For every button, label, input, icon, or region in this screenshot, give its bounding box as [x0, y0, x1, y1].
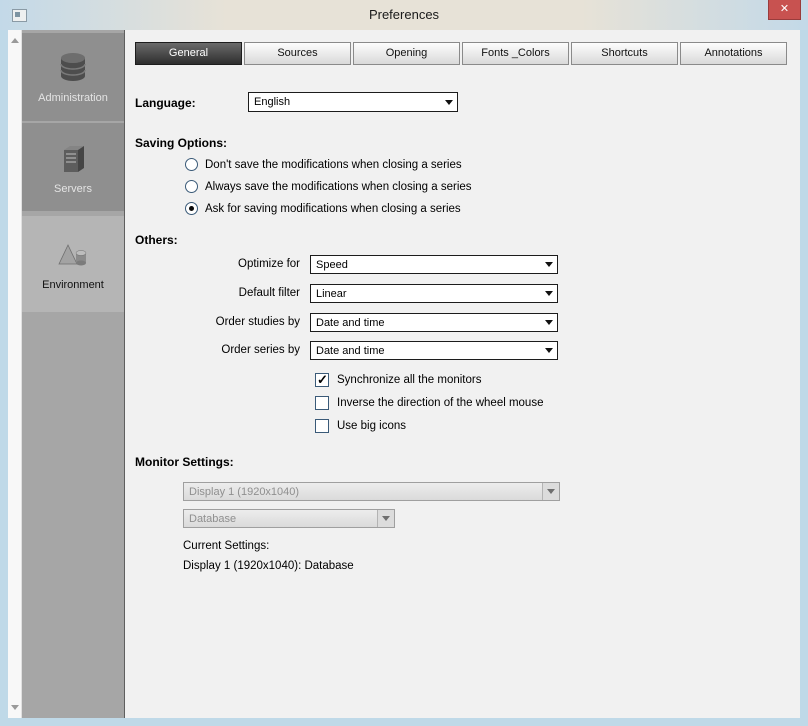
sidebar-item-servers[interactable]: Servers — [22, 123, 124, 211]
scroll-down-icon[interactable] — [11, 705, 19, 710]
default-filter-dropdown[interactable]: Linear — [310, 284, 558, 303]
radio-label: Don't save the modifications when closin… — [205, 158, 462, 171]
tab-annotations[interactable]: Annotations — [680, 42, 787, 65]
display-dropdown: Display 1 (1920x1040) — [183, 482, 560, 501]
close-icon: ✕ — [779, 3, 790, 15]
checkbox-label: Synchronize all the monitors — [337, 374, 482, 386]
optimize-for-label: Optimize for — [238, 258, 300, 270]
tab-sources[interactable]: Sources — [244, 42, 351, 65]
chevron-down-icon — [540, 314, 557, 331]
chevron-down-icon — [540, 342, 557, 359]
order-series-dropdown[interactable]: Date and time — [310, 341, 558, 360]
content-panel: General Sources Opening Fonts _Colors Sh… — [125, 30, 800, 718]
checkbox-icon[interactable] — [315, 396, 329, 410]
optimize-for-dropdown[interactable]: Speed — [310, 255, 558, 274]
tab-opening[interactable]: Opening — [353, 42, 460, 65]
tab-shortcuts[interactable]: Shortcuts — [571, 42, 678, 65]
category-sidebar: Administration Servers Environment — [22, 30, 125, 718]
left-scrollbar[interactable] — [8, 30, 22, 718]
chevron-down-icon — [540, 285, 557, 302]
radio-label: Always save the modifications when closi… — [205, 180, 472, 193]
sidebar-item-label: Administration — [38, 91, 108, 104]
radio-label: Ask for saving modifications when closin… — [205, 202, 461, 215]
default-filter-value: Linear — [316, 287, 347, 300]
sidebar-item-label: Environment — [42, 278, 104, 291]
database-icon — [60, 52, 86, 81]
server-icon — [64, 145, 84, 172]
preferences-window: Preferences ✕ Administration Servers Env… — [0, 0, 808, 726]
checkbox-big-icons[interactable]: Use big icons — [315, 419, 406, 433]
order-studies-dropdown[interactable]: Date and time — [310, 313, 558, 332]
window-title: Preferences — [368, 7, 440, 22]
display-value: Display 1 (1920x1040) — [189, 485, 300, 498]
radio-ask-save[interactable]: Ask for saving modifications when closin… — [185, 202, 461, 215]
dialog-body: Administration Servers Environment Gener… — [8, 30, 800, 718]
order-series-label: Order series by — [221, 344, 300, 356]
checkbox-icon[interactable] — [315, 419, 329, 433]
order-studies-label: Order studies by — [215, 316, 300, 328]
radio-dont-save[interactable]: Don't save the modifications when closin… — [185, 158, 462, 171]
sidebar-item-label: Servers — [54, 182, 92, 195]
order-series-value: Date and time — [316, 344, 385, 357]
tab-fonts-colors[interactable]: Fonts _Colors — [462, 42, 569, 65]
checkbox-label: Inverse the direction of the wheel mouse — [337, 397, 544, 409]
order-studies-value: Date and time — [316, 316, 385, 329]
others-label: Others: — [135, 233, 178, 247]
sidebar-item-environment[interactable]: Environment — [22, 216, 124, 312]
checkbox-label: Use big icons — [337, 420, 407, 432]
current-settings-label: Current Settings: — [183, 540, 270, 552]
chevron-down-icon — [540, 256, 557, 273]
close-button[interactable]: ✕ — [768, 0, 801, 20]
titlebar[interactable]: Preferences ✕ — [0, 0, 808, 30]
monitor-settings-label: Monitor Settings: — [135, 455, 234, 469]
scroll-up-icon[interactable] — [11, 38, 19, 43]
language-value: English — [254, 96, 291, 108]
checkbox-sync-monitors[interactable]: Synchronize all the monitors — [315, 372, 482, 388]
default-filter-label: Default filter — [238, 287, 300, 299]
saving-options-label: Saving Options: — [135, 136, 228, 150]
chevron-down-icon — [377, 510, 394, 527]
chevron-down-icon — [440, 93, 457, 111]
tab-general[interactable]: General — [135, 42, 242, 65]
radio-icon[interactable] — [185, 202, 198, 215]
sidebar-item-administration[interactable]: Administration — [22, 33, 124, 121]
current-settings-value: Display 1 (1920x1040): Database — [183, 560, 354, 572]
radio-icon[interactable] — [185, 158, 198, 171]
monitor-mode-dropdown: Database — [183, 509, 395, 528]
monitor-mode-value: Database — [189, 512, 237, 525]
language-label: Language: — [135, 96, 196, 110]
environment-icon — [58, 243, 87, 265]
radio-icon[interactable] — [185, 180, 198, 193]
radio-always-save[interactable]: Always save the modifications when closi… — [185, 180, 472, 193]
optimize-for-value: Speed — [316, 258, 348, 271]
tab-bar: General Sources Opening Fonts _Colors Sh… — [135, 42, 787, 65]
checkbox-icon[interactable] — [315, 372, 329, 388]
chevron-down-icon — [542, 483, 559, 500]
app-icon — [12, 9, 27, 22]
language-dropdown[interactable]: English — [248, 92, 458, 112]
checkbox-inverse-wheel[interactable]: Inverse the direction of the wheel mouse — [315, 396, 543, 410]
